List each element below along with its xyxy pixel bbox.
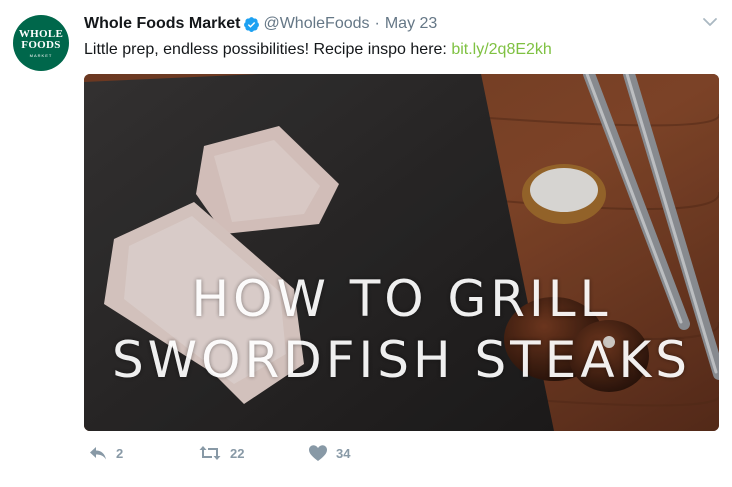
tweet-date[interactable]: May 23 xyxy=(385,15,437,33)
retweet-button[interactable]: 22 xyxy=(198,444,308,462)
heart-icon xyxy=(309,445,327,461)
separator-dot: · xyxy=(374,15,380,32)
tweet-header: Whole Foods Market @WholeFoods · May 23 xyxy=(84,14,437,34)
retweet-icon xyxy=(199,446,221,460)
video-title-line1: HOW TO GRILL xyxy=(191,270,612,328)
reply-count: 2 xyxy=(116,445,124,461)
avatar-text-line3: MARKET xyxy=(29,52,53,58)
tweet-media-video[interactable]: HOW TO GRILL SWORDFISH STEAKS xyxy=(84,74,719,431)
video-title-line2: SWORDFISH STEAKS xyxy=(111,331,692,389)
reply-button[interactable]: 2 xyxy=(88,444,198,462)
retweet-count: 22 xyxy=(230,445,245,461)
handle[interactable]: @WholeFoods xyxy=(263,15,369,33)
chevron-down-icon[interactable] xyxy=(702,14,718,30)
avatar-text-line2: FOODS xyxy=(21,38,61,51)
like-count: 34 xyxy=(336,445,351,461)
tweet-text-body: Little prep, endless possibilities! Reci… xyxy=(84,41,452,58)
reply-icon xyxy=(90,447,106,460)
tweet[interactable]: WHOLE FOODS MARKET Whole Foods Market @W… xyxy=(0,0,732,487)
verified-badge-icon xyxy=(244,16,260,32)
like-button[interactable]: 34 xyxy=(308,444,388,462)
tweet-actions: 2 22 34 xyxy=(88,444,388,462)
avatar-text-line1: WHOLE xyxy=(18,27,64,40)
tweet-link[interactable]: bit.ly/2q8E2kh xyxy=(451,41,552,58)
tweet-text: Little prep, endless possibilities! Reci… xyxy=(84,39,552,61)
display-name[interactable]: Whole Foods Market xyxy=(84,15,240,33)
avatar[interactable]: WHOLE FOODS MARKET xyxy=(13,15,69,71)
